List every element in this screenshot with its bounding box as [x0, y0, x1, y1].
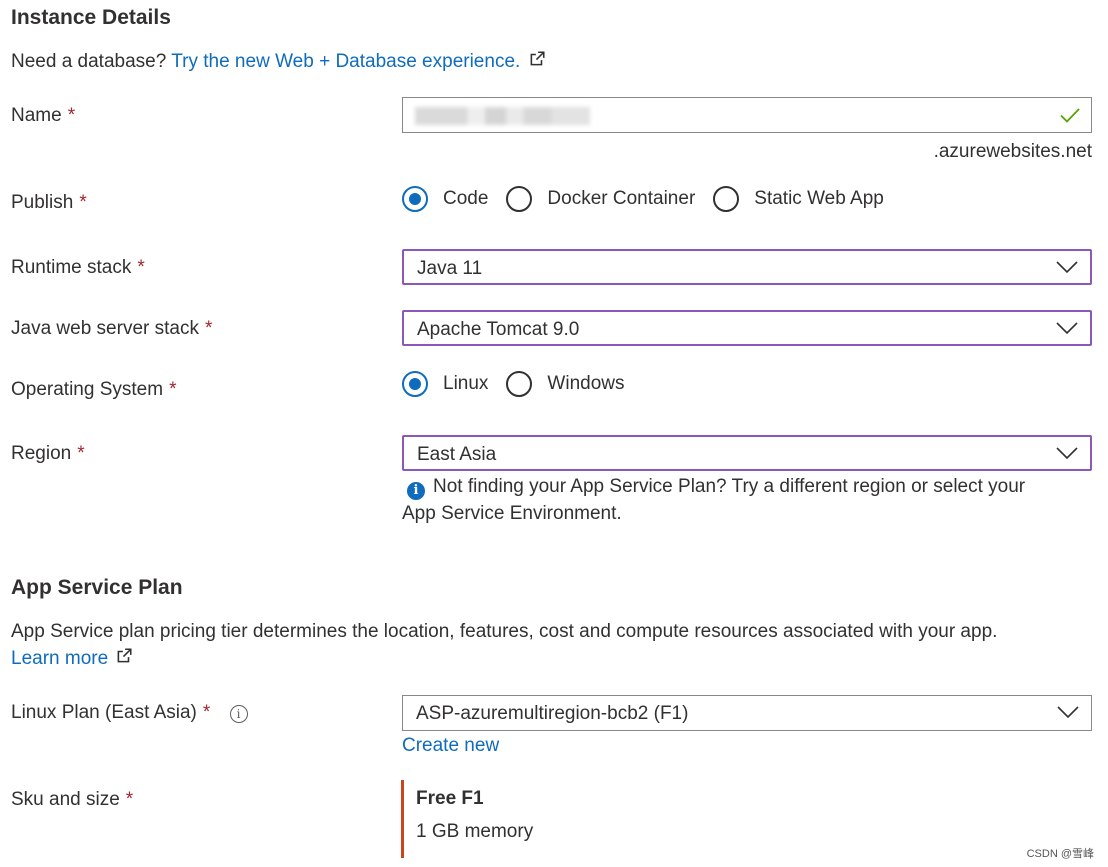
required-asterisk: * [202, 702, 211, 723]
database-prompt: Need a database? Try the new Web + Datab… [11, 50, 546, 73]
learn-more-link[interactable]: Learn more [11, 648, 108, 669]
sku-accent-bar [401, 780, 404, 858]
create-new-link[interactable]: Create new [402, 735, 499, 757]
database-prompt-text: Need a database? [11, 51, 167, 72]
info-tooltip-icon[interactable]: i [229, 705, 248, 723]
runtime-stack-value: Java 11 [417, 258, 483, 279]
publish-option-static[interactable]: Static Web App [713, 186, 884, 212]
publish-radio-group: Code Docker Container Static Web App [402, 186, 902, 212]
chevron-down-icon [1056, 261, 1078, 274]
radio-unselected-icon[interactable] [506, 186, 533, 212]
web-database-link[interactable]: Try the new Web + Database experience. [171, 51, 520, 72]
os-option-label: Windows [547, 373, 625, 394]
java-server-value: Apache Tomcat 9.0 [417, 319, 580, 340]
sku-memory: 1 GB memory [416, 821, 534, 842]
runtime-stack-label-text: Runtime stack [11, 257, 132, 278]
checkmark-valid-icon [1060, 108, 1080, 123]
learn-more: Learn more [11, 647, 133, 670]
domain-suffix: .azurewebsites.net [933, 141, 1092, 162]
radio-unselected-icon[interactable] [713, 186, 740, 212]
linux-plan-dropdown[interactable]: ASP-azuremultiregion-bcb2 (F1) [402, 695, 1092, 731]
name-label-text: Name [11, 105, 62, 126]
publish-option-label: Static Web App [754, 188, 884, 209]
name-input[interactable] [402, 97, 1092, 133]
os-option-linux[interactable]: Linux [402, 371, 488, 397]
java-server-label-text: Java web server stack [11, 318, 199, 339]
instance-details-heading: Instance Details [11, 6, 171, 29]
publish-option-label: Docker Container [547, 188, 696, 209]
required-asterisk: * [137, 257, 145, 278]
os-option-label: Linux [443, 373, 489, 394]
os-radio-group: Linux Windows [402, 371, 643, 397]
os-option-windows[interactable]: Windows [506, 371, 625, 397]
chevron-down-icon [1057, 706, 1079, 719]
region-value: East Asia [417, 444, 497, 465]
region-dropdown[interactable]: East Asia [402, 435, 1092, 471]
region-info-line: App Service Environment. [402, 503, 622, 524]
java-server-label: Java web server stack * [11, 318, 212, 340]
watermark: CSDN @雪峰 [1026, 848, 1094, 860]
radio-unselected-icon[interactable] [506, 371, 533, 397]
sku-tier: Free F1 [416, 788, 484, 809]
publish-label: Publish * [11, 192, 87, 214]
app-service-plan-heading: App Service Plan [11, 576, 183, 599]
external-link-icon [530, 51, 545, 66]
region-label: Region * [11, 443, 85, 465]
required-asterisk: * [77, 443, 85, 464]
info-icon: i [407, 482, 425, 500]
name-label: Name * [11, 105, 75, 127]
os-label-text: Operating System [11, 379, 164, 400]
publish-option-docker[interactable]: Docker Container [506, 186, 695, 212]
required-asterisk: * [204, 318, 213, 339]
region-label-text: Region [11, 443, 72, 464]
linux-plan-label: Linux Plan (East Asia) * i [11, 702, 248, 724]
java-server-dropdown[interactable]: Apache Tomcat 9.0 [402, 310, 1092, 346]
region-info-message: i Not finding your App Service Plan? Try … [407, 476, 1025, 500]
radio-selected-icon[interactable] [402, 371, 428, 397]
publish-label-text: Publish [11, 192, 74, 213]
external-link-icon [118, 648, 132, 663]
required-asterisk: * [125, 789, 134, 810]
runtime-stack-label: Runtime stack * [11, 257, 145, 279]
os-label: Operating System * [11, 379, 176, 401]
required-asterisk: * [67, 105, 76, 126]
publish-option-code[interactable]: Code [402, 186, 488, 212]
required-asterisk: * [169, 379, 177, 400]
linux-plan-value: ASP-azuremultiregion-bcb2 (F1) [416, 703, 689, 724]
sku-label-text: Sku and size [11, 789, 120, 810]
radio-selected-icon[interactable] [402, 186, 428, 212]
sku-label: Sku and size * [11, 789, 133, 811]
redacted-name-value [415, 107, 590, 125]
plan-description: App Service plan pricing tier determines… [11, 621, 998, 642]
chevron-down-icon [1056, 447, 1078, 460]
publish-option-label: Code [443, 188, 489, 209]
required-asterisk: * [79, 192, 87, 213]
region-info-line: Not finding your App Service Plan? Try a… [433, 476, 1026, 497]
chevron-down-icon [1056, 322, 1078, 335]
linux-plan-label-text: Linux Plan (East Asia) [11, 702, 197, 723]
runtime-stack-dropdown[interactable]: Java 11 [402, 249, 1092, 285]
